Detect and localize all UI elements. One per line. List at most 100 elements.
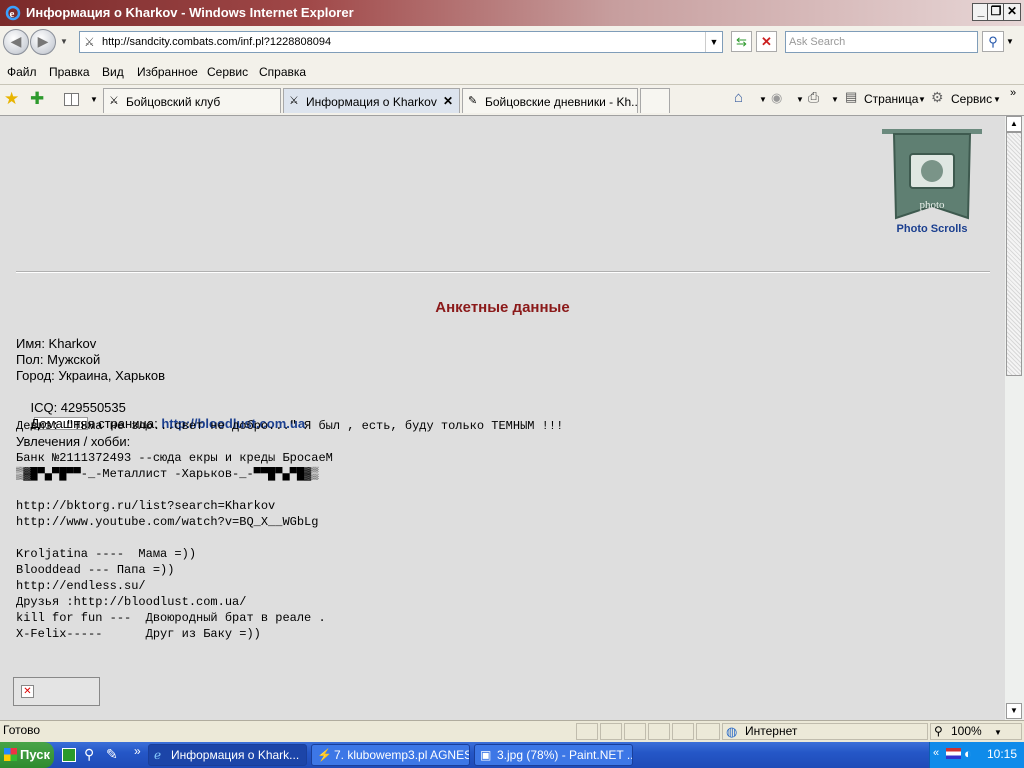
address-bar[interactable]: ⚔ http://sandcity.combats.com/inf.pl?122… <box>79 31 723 53</box>
security-zone[interactable]: ◍ Интернет <box>722 723 928 740</box>
print-dropdown-icon[interactable]: ▼ <box>831 95 839 104</box>
tab-label: Информация о Kharkov <box>306 95 437 109</box>
tab-list-dropdown-icon[interactable]: ▼ <box>90 95 98 104</box>
address-toolbar: ◀ ▶ ▼ ⚔ http://sandcity.combats.com/inf.… <box>0 26 1024 60</box>
hobby-line: X-Felix----- Друг из Баку =)) <box>16 627 261 641</box>
gear-icon: ⚙ <box>931 89 944 105</box>
clock[interactable]: 10:15 <box>987 747 1017 761</box>
feeds-dropdown-icon[interactable]: ▼ <box>796 95 804 104</box>
scroll-up-button[interactable]: ▲ <box>1006 116 1022 132</box>
taskbar-winamp-window[interactable]: ⚡ 7. klubowemp3.pl AGNES... <box>311 744 470 766</box>
scroll-thumb[interactable] <box>1006 132 1022 376</box>
page-title: Анкетные данные <box>435 299 570 316</box>
hobby-line: Kroljatina ---- Мама =)) <box>16 547 197 561</box>
tab-label: Бойцовские дневники - Kh... <box>485 95 638 109</box>
status-bar: Готово ◍ Интернет ⚲ 100% ▼ <box>0 720 1024 743</box>
tab-info-kharkov[interactable]: ⚔ Информация о Kharkov ✕ <box>283 88 460 113</box>
taskbar-paint-window[interactable]: ▣ 3.jpg (78%) - Paint.NET ... <box>474 744 633 766</box>
refresh-button[interactable]: ⇆ <box>731 31 752 52</box>
menu-bar: Файл Правка Вид Избранное Сервис Справка <box>0 60 1024 85</box>
stop-button[interactable]: ✕ <box>756 31 777 52</box>
start-button[interactable]: Пуск <box>0 742 54 768</box>
back-arrow-icon: ◀ <box>10 33 22 49</box>
globe-icon: ◍ <box>726 724 738 739</box>
menu-view[interactable]: Вид <box>102 65 124 79</box>
window-title: Информация о Kharkov - Windows Internet … <box>26 5 354 20</box>
status-pane <box>624 723 646 740</box>
history-dropdown-icon[interactable]: ▼ <box>60 37 68 46</box>
profile-gender: Пол: Мужской <box>16 352 101 367</box>
paint-task-icon: ▣ <box>480 748 492 762</box>
search-input[interactable]: Ask Search <box>785 31 978 53</box>
hobby-line: kill for fun --- Двоюродный брат в реале… <box>16 611 326 625</box>
home-icon[interactable]: ⌂ <box>734 89 743 106</box>
tray-expand-icon[interactable]: « <box>933 747 939 759</box>
menu-file[interactable]: Файл <box>7 65 37 79</box>
quicklaunch-edit-icon[interactable]: ✎ <box>106 746 118 763</box>
scroll-down-button[interactable]: ▼ <box>1006 703 1022 719</box>
new-tab-button[interactable] <box>640 88 670 113</box>
address-dropdown-icon[interactable]: ▼ <box>705 32 722 52</box>
zoom-icon: ⚲ <box>934 724 943 738</box>
feeds-icon[interactable]: ◉ <box>771 90 782 106</box>
home-dropdown-icon[interactable]: ▼ <box>759 95 767 104</box>
zoom-control[interactable]: ⚲ 100% ▼ <box>930 723 1022 740</box>
hobby-line: Банк №2111372493 --сюда екры и креды Бро… <box>16 451 333 465</box>
menu-help[interactable]: Справка <box>259 65 306 79</box>
favorites-star-icon[interactable]: ★ <box>4 89 19 109</box>
print-icon[interactable]: ⎙ <box>808 89 819 106</box>
quicklaunch-app-icon[interactable] <box>62 748 76 762</box>
back-button[interactable]: ◀ <box>3 29 29 55</box>
tools-menu-button[interactable]: Сервис <box>951 92 992 106</box>
hobby-line: http://endless.su/ <box>16 579 146 593</box>
broken-image-icon: ✕ <box>21 685 34 698</box>
svg-text:e: e <box>10 8 15 20</box>
scroll-banner-icon: photo <box>882 129 982 220</box>
menu-favorites[interactable]: Избранное <box>137 65 198 79</box>
title-bar[interactable]: e Информация о Kharkov - Windows Interne… <box>0 0 1024 26</box>
page-dropdown-icon[interactable]: ▼ <box>918 95 926 104</box>
tab-fight-club[interactable]: ⚔ Бойцовский клуб <box>103 88 281 113</box>
page-menu-button[interactable]: Страница <box>864 92 918 106</box>
vertical-scrollbar[interactable]: ▲ ▼ <box>1005 116 1024 720</box>
forward-button[interactable]: ▶ <box>30 29 56 55</box>
menu-edit[interactable]: Правка <box>49 65 90 79</box>
close-button[interactable]: ✕ <box>1003 3 1021 21</box>
zoom-level: 100% <box>951 724 982 738</box>
winamp-task-icon: ⚡ <box>317 748 332 762</box>
tab-bar: ★ ✚ ▼ ⚔ Бойцовский клуб ⚔ Информация о K… <box>0 85 1024 116</box>
ie-task-icon: ℯ <box>154 748 162 762</box>
toolbar-overflow-icon[interactable]: » <box>1010 87 1016 99</box>
photo-word: photo <box>919 199 945 211</box>
ie-logo-icon: e <box>5 5 21 21</box>
photo-scrolls-link[interactable]: Photo Scrolls <box>880 223 984 235</box>
hobby-line: Друзья :http://bloodlust.com.ua/ <box>16 595 247 609</box>
photo-scrolls-logo[interactable]: photo Photo Scrolls <box>880 126 984 236</box>
quicklaunch-overflow-icon[interactable]: » <box>134 744 141 758</box>
tab-close-icon[interactable]: ✕ <box>443 94 453 108</box>
quicklaunch-search-icon[interactable]: ⚲ <box>84 746 94 763</box>
hobby-line: http://www.youtube.com/watch?v=BQ_X__WGb… <box>16 515 319 529</box>
swords-icon: ⚔ <box>289 95 299 107</box>
zoom-dropdown-icon[interactable]: ▼ <box>994 725 1002 740</box>
tab-diaries[interactable]: ✎ Бойцовские дневники - Kh... <box>462 88 638 113</box>
search-options-icon[interactable]: ▼ <box>1006 37 1014 46</box>
hobby-line: ▒▓█▀▄▀█▀▀-_-Металлист -Харьков-_-▀▀█▀▄▀█… <box>16 467 319 481</box>
forward-arrow-icon: ▶ <box>37 33 49 49</box>
hobby-line: http://bktorg.ru/list?search=Kharkov <box>16 499 276 513</box>
search-icon[interactable]: ⚲ <box>982 31 1004 52</box>
tools-dropdown-icon[interactable]: ▼ <box>993 95 1001 104</box>
hobby-line: Blooddead --- Папа =)) <box>16 563 175 577</box>
task-label: Информация о Khark... <box>171 748 300 762</box>
language-flag-icon[interactable] <box>946 748 961 759</box>
tray-info-icon[interactable]: ◐ <box>964 746 972 761</box>
menu-tools[interactable]: Сервис <box>207 65 248 79</box>
broken-image-box: ✕ <box>13 677 100 706</box>
profile-city: Город: Украина, Харьков <box>16 368 165 383</box>
address-input[interactable]: http://sandcity.combats.com/inf.pl?12288… <box>102 36 331 48</box>
quick-tabs-icon[interactable] <box>64 93 79 106</box>
add-favorite-icon[interactable]: ✚ <box>30 89 44 109</box>
page-content: photo Photo Scrolls Анкетные данные Имя:… <box>0 116 1005 720</box>
status-pane <box>600 723 622 740</box>
taskbar-ie-window[interactable]: ℯ Информация о Khark... <box>148 744 307 766</box>
